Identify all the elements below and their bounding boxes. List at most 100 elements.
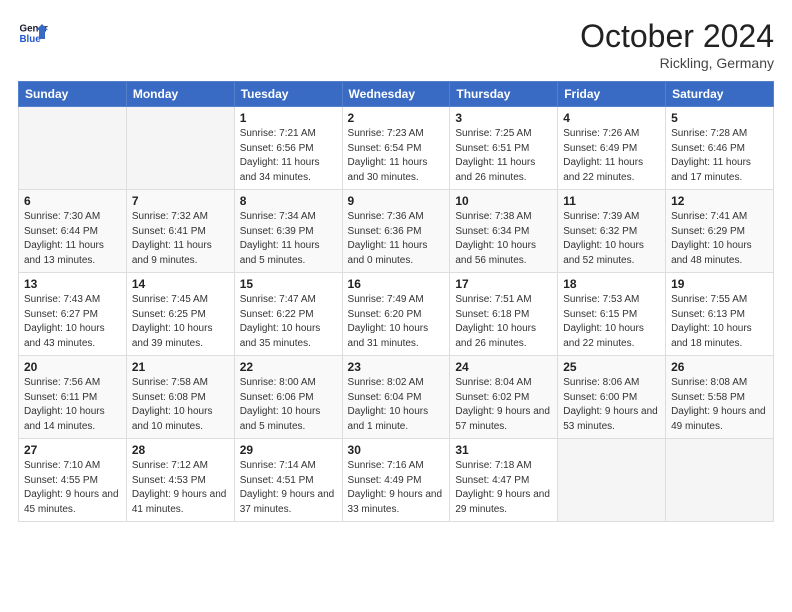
day-info: Sunrise: 7:41 AMSunset: 6:29 PMDaylight:… [671, 210, 768, 268]
day-info: Sunrise: 7:43 AMSunset: 6:27 PMDaylight:… [24, 293, 121, 351]
calendar-cell: 26 Sunrise: 8:08 AMSunset: 5:58 PMDayligh… [666, 356, 774, 439]
day-number: 30 [348, 443, 445, 457]
calendar-cell: 30Sunrise: 7:16 AMSunset: 4:49 PMDayligh… [342, 439, 450, 522]
day-number: 4 [563, 111, 660, 125]
day-info: Sunrise: 7:34 AMSunset: 6:39 PMDaylight:… [240, 210, 337, 268]
calendar-cell: 7 Sunrise: 7:32 AMSunset: 6:41 PMDaylight… [126, 190, 234, 273]
calendar-cell: 19 Sunrise: 7:55 AMSunset: 6:13 PMDayligh… [666, 273, 774, 356]
weekday-header: Saturday [666, 82, 774, 107]
day-info: Sunrise: 7:21 AMSunset: 6:56 PMDaylight:… [240, 127, 337, 185]
day-info: Sunrise: 7:26 AMSunset: 6:49 PMDaylight:… [563, 127, 660, 185]
weekday-header: Sunday [19, 82, 127, 107]
day-number: 25 [563, 360, 660, 374]
day-number: 7 [132, 194, 229, 208]
day-info: Sunrise: 7:25 AMSunset: 6:51 PMDaylight:… [455, 127, 552, 185]
day-number: 13 [24, 277, 121, 291]
calendar-week-row: 6Sunrise: 7:30 AMSunset: 6:44 PMDaylight… [19, 190, 774, 273]
logo: General Blue [18, 18, 48, 48]
day-number: 23 [348, 360, 445, 374]
day-info: Sunrise: 7:47 AMSunset: 6:22 PMDaylight:… [240, 293, 337, 351]
calendar-cell: 21 Sunrise: 7:58 AMSunset: 6:08 PMDayligh… [126, 356, 234, 439]
day-number: 20 [24, 360, 121, 374]
calendar-cell: 23 Sunrise: 8:02 AMSunset: 6:04 PMDayligh… [342, 356, 450, 439]
day-number: 2 [348, 111, 445, 125]
day-number: 11 [563, 194, 660, 208]
calendar-cell: 10 Sunrise: 7:38 AMSunset: 6:34 PMDayligh… [450, 190, 558, 273]
calendar-cell: 18Sunrise: 7:53 AMSunset: 6:15 PMDayligh… [558, 273, 666, 356]
logo-icon: General Blue [18, 18, 48, 48]
calendar-cell: 27 Sunrise: 7:10 AMSunset: 4:55 PMDayligh… [19, 439, 127, 522]
calendar-week-row: 1 Sunrise: 7:21 AMSunset: 6:56 PMDaylight… [19, 107, 774, 190]
day-number: 8 [240, 194, 337, 208]
day-number: 14 [132, 277, 229, 291]
page: General Blue October 2024 Rickling, Germ… [0, 0, 792, 612]
calendar-cell: 5Sunrise: 7:28 AMSunset: 6:46 PMDaylight… [666, 107, 774, 190]
day-info: Sunrise: 7:36 AMSunset: 6:36 PMDaylight:… [348, 210, 445, 268]
day-number: 26 [671, 360, 768, 374]
day-number: 19 [671, 277, 768, 291]
calendar-cell: 2 Sunrise: 7:23 AMSunset: 6:54 PMDaylight… [342, 107, 450, 190]
calendar-cell [558, 439, 666, 522]
calendar-cell: 3 Sunrise: 7:25 AMSunset: 6:51 PMDaylight… [450, 107, 558, 190]
day-number: 27 [24, 443, 121, 457]
day-info: Sunrise: 7:55 AMSunset: 6:13 PMDaylight:… [671, 293, 768, 351]
day-number: 1 [240, 111, 337, 125]
calendar-header-row: SundayMondayTuesdayWednesdayThursdayFrid… [19, 82, 774, 107]
day-info: Sunrise: 7:49 AMSunset: 6:20 PMDaylight:… [348, 293, 445, 351]
calendar-cell: 14 Sunrise: 7:45 AMSunset: 6:25 PMDayligh… [126, 273, 234, 356]
day-number: 12 [671, 194, 768, 208]
day-info: Sunrise: 7:28 AMSunset: 6:46 PMDaylight:… [671, 127, 768, 185]
day-number: 21 [132, 360, 229, 374]
day-info: Sunrise: 7:45 AMSunset: 6:25 PMDaylight:… [132, 293, 229, 351]
calendar-cell [19, 107, 127, 190]
calendar-cell: 16 Sunrise: 7:49 AMSunset: 6:20 PMDayligh… [342, 273, 450, 356]
weekday-header: Wednesday [342, 82, 450, 107]
calendar-cell: 20Sunrise: 7:56 AMSunset: 6:11 PMDayligh… [19, 356, 127, 439]
day-info: Sunrise: 7:38 AMSunset: 6:34 PMDaylight:… [455, 210, 552, 268]
day-number: 22 [240, 360, 337, 374]
day-info: Sunrise: 7:51 AMSunset: 6:18 PMDaylight:… [455, 293, 552, 351]
day-number: 16 [348, 277, 445, 291]
location: Rickling, Germany [580, 55, 774, 71]
calendar-cell: 6Sunrise: 7:30 AMSunset: 6:44 PMDaylight… [19, 190, 127, 273]
day-info: Sunrise: 7:58 AMSunset: 6:08 PMDaylight:… [132, 376, 229, 434]
calendar-cell: 9 Sunrise: 7:36 AMSunset: 6:36 PMDaylight… [342, 190, 450, 273]
day-number: 3 [455, 111, 552, 125]
day-info: Sunrise: 7:12 AMSunset: 4:53 PMDaylight:… [132, 459, 229, 517]
calendar-table: SundayMondayTuesdayWednesdayThursdayFrid… [18, 81, 774, 522]
day-info: Sunrise: 7:32 AMSunset: 6:41 PMDaylight:… [132, 210, 229, 268]
day-number: 29 [240, 443, 337, 457]
header: General Blue October 2024 Rickling, Germ… [18, 18, 774, 71]
day-info: Sunrise: 7:14 AMSunset: 4:51 PMDaylight:… [240, 459, 337, 517]
title-block: October 2024 Rickling, Germany [580, 18, 774, 71]
calendar-cell: 11 Sunrise: 7:39 AMSunset: 6:32 PMDayligh… [558, 190, 666, 273]
calendar-cell: 8 Sunrise: 7:34 AMSunset: 6:39 PMDaylight… [234, 190, 342, 273]
day-info: Sunrise: 7:23 AMSunset: 6:54 PMDaylight:… [348, 127, 445, 185]
calendar-cell: 13 Sunrise: 7:43 AMSunset: 6:27 PMDayligh… [19, 273, 127, 356]
month-title: October 2024 [580, 18, 774, 55]
calendar-cell: 1 Sunrise: 7:21 AMSunset: 6:56 PMDaylight… [234, 107, 342, 190]
calendar-cell: 31Sunrise: 7:18 AMSunset: 4:47 PMDayligh… [450, 439, 558, 522]
calendar-week-row: 13 Sunrise: 7:43 AMSunset: 6:27 PMDayligh… [19, 273, 774, 356]
day-info: Sunrise: 7:10 AMSunset: 4:55 PMDaylight:… [24, 459, 121, 517]
day-info: Sunrise: 7:30 AMSunset: 6:44 PMDaylight:… [24, 210, 121, 268]
weekday-header: Tuesday [234, 82, 342, 107]
calendar-cell: 24Sunrise: 8:04 AMSunset: 6:02 PMDayligh… [450, 356, 558, 439]
weekday-header: Monday [126, 82, 234, 107]
day-info: Sunrise: 8:04 AMSunset: 6:02 PMDaylight:… [455, 376, 552, 434]
calendar-week-row: 20Sunrise: 7:56 AMSunset: 6:11 PMDayligh… [19, 356, 774, 439]
day-info: Sunrise: 8:02 AMSunset: 6:04 PMDaylight:… [348, 376, 445, 434]
calendar-week-row: 27 Sunrise: 7:10 AMSunset: 4:55 PMDayligh… [19, 439, 774, 522]
calendar-cell: 17Sunrise: 7:51 AMSunset: 6:18 PMDayligh… [450, 273, 558, 356]
calendar-cell: 12 Sunrise: 7:41 AMSunset: 6:29 PMDayligh… [666, 190, 774, 273]
day-info: Sunrise: 8:06 AMSunset: 6:00 PMDaylight:… [563, 376, 660, 434]
day-number: 15 [240, 277, 337, 291]
weekday-header: Friday [558, 82, 666, 107]
day-info: Sunrise: 7:39 AMSunset: 6:32 PMDaylight:… [563, 210, 660, 268]
day-info: Sunrise: 7:18 AMSunset: 4:47 PMDaylight:… [455, 459, 552, 517]
calendar-cell: 22Sunrise: 8:00 AMSunset: 6:06 PMDayligh… [234, 356, 342, 439]
calendar-cell: 25 Sunrise: 8:06 AMSunset: 6:00 PMDayligh… [558, 356, 666, 439]
day-number: 9 [348, 194, 445, 208]
day-number: 10 [455, 194, 552, 208]
day-info: Sunrise: 8:08 AMSunset: 5:58 PMDaylight:… [671, 376, 768, 434]
